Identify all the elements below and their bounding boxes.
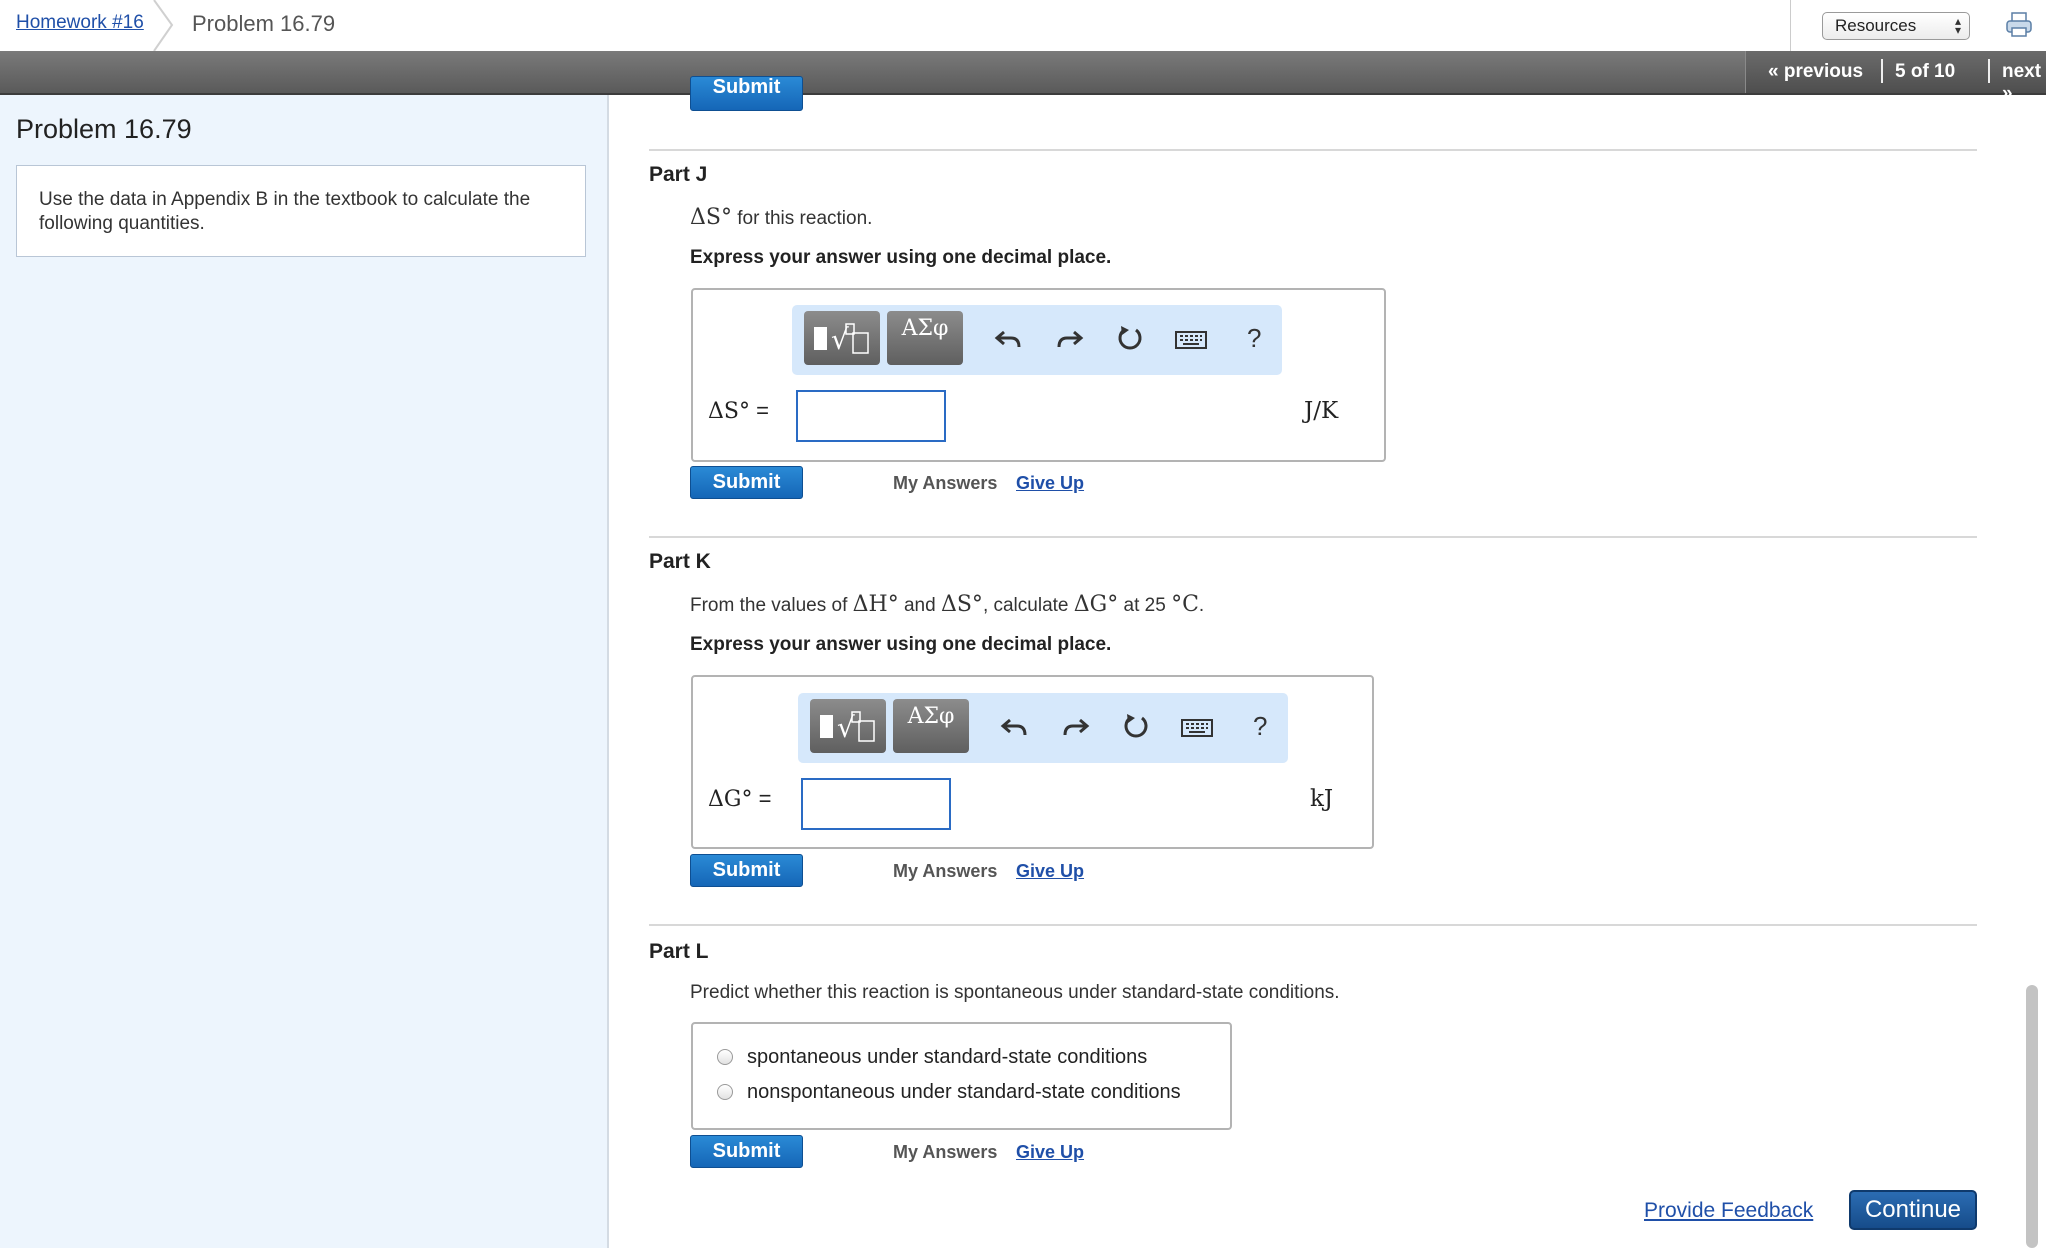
part-l-give-up[interactable]: Give Up bbox=[1016, 1142, 1084, 1163]
templates-button[interactable]: √ bbox=[804, 311, 880, 365]
part-j-my-answers[interactable]: My Answers bbox=[893, 473, 997, 494]
submit-label: Submit bbox=[712, 76, 781, 98]
part-l-choices bbox=[691, 1022, 1232, 1130]
part-l-title: Part L bbox=[649, 940, 709, 963]
greek-symbols-button[interactable]: ΑΣφ bbox=[887, 311, 963, 365]
reset-icon[interactable] bbox=[1120, 711, 1152, 743]
part-l-my-answers[interactable]: My Answers bbox=[893, 1142, 997, 1163]
undo-icon[interactable] bbox=[998, 711, 1030, 743]
problem-sidebar bbox=[0, 95, 609, 1248]
printer-icon[interactable] bbox=[2005, 12, 2033, 38]
prompt-text: . bbox=[1198, 595, 1205, 616]
part-k-equation-label: ΔG° = bbox=[708, 786, 771, 812]
divider bbox=[649, 536, 1977, 538]
keyboard-icon[interactable] bbox=[1180, 711, 1214, 743]
provide-feedback-link[interactable]: Provide Feedback bbox=[1644, 1199, 1813, 1223]
part-k-prompt: From the values of ΔH° and ΔS°, calculat… bbox=[690, 592, 1204, 617]
submit-button-previous[interactable]: Submit bbox=[690, 76, 803, 111]
templates-button[interactable]: √ bbox=[810, 699, 886, 753]
redo-icon[interactable] bbox=[1060, 711, 1092, 743]
equals-sign: = bbox=[752, 786, 772, 811]
problem-nav-bar: « previous 5 of 10 next » bbox=[0, 51, 2046, 104]
part-j-answer-input[interactable] bbox=[796, 390, 946, 442]
problem-title: Problem 16.79 bbox=[16, 114, 192, 144]
part-k-math-toolbar: √ ΑΣφ ? bbox=[798, 693, 1288, 763]
delta-g-label: ΔG° bbox=[708, 787, 753, 812]
part-j-give-up[interactable]: Give Up bbox=[1016, 473, 1084, 494]
pager-divider bbox=[1988, 59, 1990, 83]
divider bbox=[649, 149, 1977, 151]
part-k-my-answers[interactable]: My Answers bbox=[893, 861, 997, 882]
breadcrumb-current: Problem 16.79 bbox=[192, 11, 336, 36]
part-k-submit-button[interactable]: Submit bbox=[690, 854, 803, 887]
prompt-text: and bbox=[898, 595, 941, 616]
part-j-title: Part J bbox=[649, 163, 708, 186]
pager: « previous 5 of 10 next » bbox=[1745, 51, 2046, 104]
divider bbox=[649, 924, 1977, 926]
templates-icon: √ bbox=[814, 323, 869, 356]
top-header: Homework #16 Problem 16.79 Resources ▴ ▾ bbox=[0, 0, 2046, 52]
part-k-instruction: Express your answer using one decimal pl… bbox=[690, 634, 1112, 655]
prompt-text: From the values of bbox=[690, 595, 853, 616]
nonspontaneous-radio[interactable] bbox=[717, 1084, 733, 1100]
resources-select[interactable]: Resources ▴ ▾ bbox=[1822, 12, 1970, 40]
part-k-answer-input[interactable] bbox=[801, 778, 951, 830]
part-l-submit-button[interactable]: Submit bbox=[690, 1135, 803, 1168]
prompt-text: , calculate bbox=[982, 595, 1074, 616]
problem-intro: Use the data in Appendix B in the textbo… bbox=[16, 165, 586, 257]
delta-s-symbol: ΔS° bbox=[940, 592, 983, 617]
continue-button[interactable]: Continue bbox=[1849, 1190, 1977, 1230]
spontaneous-radio[interactable] bbox=[717, 1049, 733, 1065]
celsius-symbol: °C bbox=[1171, 592, 1199, 617]
part-k-give-up[interactable]: Give Up bbox=[1016, 861, 1084, 882]
redo-icon[interactable] bbox=[1054, 323, 1086, 355]
help-icon[interactable]: ? bbox=[1247, 323, 1261, 354]
resources-select-label: Resources bbox=[1835, 16, 1917, 35]
part-j-prompt: ΔS° for this reaction. bbox=[690, 205, 872, 230]
greek-symbols-button[interactable]: ΑΣφ bbox=[893, 699, 969, 753]
part-j-instruction: Express your answer using one decimal pl… bbox=[690, 247, 1112, 268]
breadcrumb-chevron-icon bbox=[153, 0, 174, 51]
undo-icon[interactable] bbox=[992, 323, 1024, 355]
scrollbar-thumb[interactable] bbox=[2026, 985, 2038, 1248]
pager-divider bbox=[1881, 59, 1883, 83]
part-k-unit: kJ bbox=[1310, 786, 1334, 812]
breadcrumb-homework-link[interactable]: Homework #16 bbox=[16, 12, 144, 34]
keyboard-icon[interactable] bbox=[1174, 323, 1208, 355]
delta-s-symbol: ΔS° bbox=[690, 205, 732, 230]
prompt-text: at 25 bbox=[1118, 595, 1172, 616]
part-j-equation-label: ΔS° = bbox=[708, 398, 769, 424]
equals-sign: = bbox=[749, 398, 769, 423]
part-j-prompt-text: for this reaction. bbox=[731, 208, 873, 229]
part-k-title: Part K bbox=[649, 550, 711, 573]
nonspontaneous-option-label[interactable]: nonspontaneous under standard-state cond… bbox=[747, 1081, 1181, 1104]
delta-h-symbol: ΔH° bbox=[852, 592, 899, 617]
part-j-submit-button[interactable]: Submit bbox=[690, 466, 803, 499]
templates-icon: √ bbox=[820, 711, 875, 744]
delta-s-label: ΔS° bbox=[708, 399, 750, 424]
select-arrows-icon: ▴ ▾ bbox=[1954, 14, 1961, 37]
spontaneous-option-label[interactable]: spontaneous under standard-state conditi… bbox=[747, 1046, 1147, 1069]
part-l-prompt: Predict whether this reaction is spontan… bbox=[690, 982, 1340, 1003]
part-j-math-toolbar: √ ΑΣφ ? bbox=[792, 305, 1282, 375]
previous-link[interactable]: « previous bbox=[1768, 61, 1863, 83]
header-divider bbox=[1790, 0, 1791, 51]
reset-icon[interactable] bbox=[1114, 323, 1146, 355]
delta-g-symbol: ΔG° bbox=[1073, 592, 1119, 617]
part-j-unit: J/K bbox=[1304, 398, 1339, 424]
pager-position: 5 of 10 bbox=[1895, 61, 1956, 82]
help-icon[interactable]: ? bbox=[1253, 711, 1267, 742]
